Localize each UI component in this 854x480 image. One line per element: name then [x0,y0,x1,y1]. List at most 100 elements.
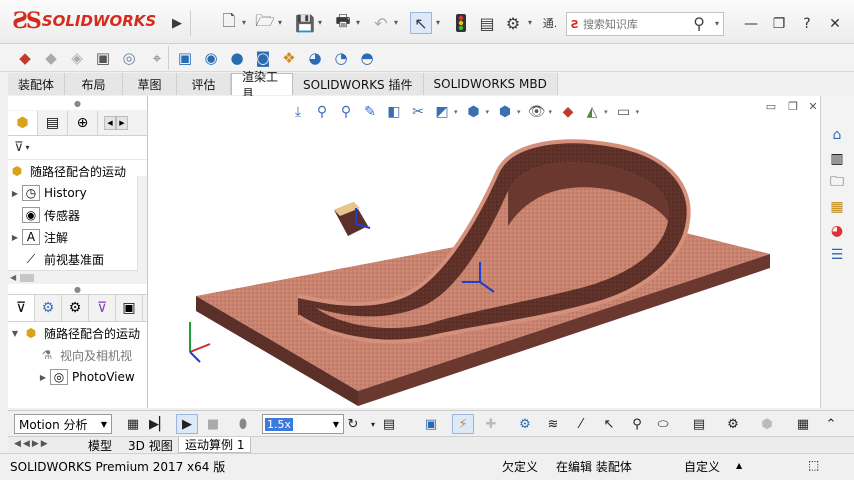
custom-properties-icon[interactable]: ☰ [825,244,849,266]
search-input[interactable] [582,17,679,31]
motor-icon[interactable]: ⚙ [514,414,536,434]
results-plots-icon[interactable]: ▤ [688,414,710,434]
file-explorer-icon[interactable]: 🗀 [825,172,849,194]
playback-speed-select[interactable]: 1.5x ▼ [262,414,344,434]
tab-model[interactable]: 模型 [82,437,118,453]
options-caret-icon[interactable]: ▾ [528,18,532,27]
select-cursor-icon[interactable]: ↖ [410,12,432,34]
assembly-model[interactable] [148,96,820,408]
solidworks-logo[interactable]: ƧS SOLIDWORKS [12,8,156,34]
render-settings-icon[interactable]: ◔ [330,47,352,69]
decal-icon[interactable]: ◈ [66,47,88,69]
filter-driving-icon[interactable]: ⚙ [62,295,89,321]
tree-item-front-plane[interactable]: ⟋ 前视基准面 [8,248,147,270]
render-library-icon[interactable]: ◓ [356,47,378,69]
filter-animating-icon[interactable]: ⚙ [35,295,62,321]
property-manager-tab-icon[interactable]: ▤ [38,110,68,135]
tab-assembly[interactable]: 装配体 [8,73,66,95]
search-source-icon[interactable]: Ƨ [571,18,579,31]
panel-scroll-right-icon[interactable]: ▶ [116,115,128,130]
panel-scroll-left-icon[interactable]: ◀ [104,115,116,130]
search-knowledge-base[interactable]: Ƨ ⚲ ▾ [566,12,724,36]
collapse-icon[interactable]: ⌃ [820,414,842,434]
chevron-down-icon[interactable]: ▼ [333,420,339,429]
autokey-icon[interactable]: ⚡ [452,414,474,434]
add-key-icon[interactable]: ✚ [480,414,502,434]
schedule-render-icon[interactable]: ❖ [278,47,300,69]
expand-arrow-icon[interactable]: ▶ [8,189,22,198]
units-caret-icon[interactable]: ▲ [736,461,742,470]
panel-splitter[interactable]: ● [8,284,147,294]
final-render-icon[interactable]: ● [226,47,248,69]
view-palette-icon[interactable]: ▦ [825,196,849,218]
tab-solidworks-addins[interactable]: SOLIDWORKS 插件 [293,73,424,95]
tab-solidworks-mbd[interactable]: SOLIDWORKS MBD [423,73,558,95]
search-caret-icon[interactable]: ▾ [715,19,719,28]
motion-tree-root[interactable]: ▼ ⬢ 随路径配合的运动 [8,322,147,344]
close-icon[interactable]: ✕ [822,12,848,36]
integrated-preview-icon[interactable]: ◉ [200,47,222,69]
search-icon[interactable]: ⚲ [693,14,705,33]
appearance-icon[interactable]: ◆ [14,47,36,69]
design-library-icon[interactable]: ▥ [825,148,849,170]
calculate-icon[interactable]: ▦ [122,414,144,434]
play-icon[interactable]: ▶ [176,414,198,434]
tab-sketch[interactable]: 草图 [123,73,178,95]
animation-wizard-icon[interactable]: ▣ [420,414,442,434]
home-icon[interactable]: ⌂ [825,124,849,146]
motion-filter-icon[interactable]: ⊽ [8,295,35,321]
force-icon[interactable]: ↖ [598,414,620,434]
scene-icon[interactable]: ◆ [40,47,62,69]
contact-icon[interactable]: ⚲ [626,414,648,434]
undo-icon[interactable]: ↶ [370,12,392,34]
focus-icon[interactable]: ◎ [118,47,140,69]
chevron-down-icon[interactable]: ▼ [101,420,107,429]
filter-selected-icon[interactable]: ⊽ [89,295,116,321]
render-options-icon[interactable]: ◙ [252,47,274,69]
collapse-arrow-icon[interactable]: ▼ [8,329,22,338]
vertical-scrollbar[interactable] [137,176,147,272]
study-type-select[interactable]: Motion 分析 ▼ [14,414,112,434]
spring-icon[interactable]: ≋ [542,414,564,434]
preview-window-icon[interactable]: ▣ [174,47,196,69]
motion-table-icon[interactable]: ▦ [792,414,814,434]
play-from-start-icon[interactable]: ▶▏ [148,414,170,434]
expand-arrow-icon[interactable]: ▶ [36,373,50,382]
speed-slider-thumb-icon[interactable]: ⬮ [232,414,254,434]
print-caret-icon[interactable]: ▾ [356,18,360,27]
tree-item-sensors[interactable]: ◉ 传感器 [8,204,147,226]
new-caret-icon[interactable]: ▾ [242,18,246,27]
graphics-viewport[interactable]: ⤓ ⚲ ⚲ ✎ ◧ ✂ ◩ ▾ ⬢ ▾ ⬢ ▾ 👁 ▾ ◆ ◭ ▾ ▭ ▾ ▭ … [148,96,820,408]
playback-mode-icon[interactable]: ↻ [342,414,364,434]
truncated-menu-label[interactable]: 通. [540,12,560,34]
horizontal-scrollbar[interactable]: ◀ [8,270,147,284]
save-caret-icon[interactable]: ▾ [318,18,322,27]
tab-motion-study-1[interactable]: 运动算例 1 [178,437,252,453]
render-region-icon[interactable]: ▣ [92,47,114,69]
motion-study-properties-icon[interactable]: ⚙ [722,414,744,434]
feature-manager-tab-icon[interactable]: ⬢ [8,110,38,135]
menu-expand-icon[interactable]: ▶ [166,12,188,34]
new-document-icon[interactable]: 🗋 [218,11,240,34]
tree-item-annotations[interactable]: ▶ A 注解 [8,226,147,248]
gravity-icon[interactable]: ⬭ [652,414,674,434]
tab-evaluate[interactable]: 评估 [177,73,232,95]
save-icon[interactable]: 💾 [294,12,316,34]
target-icon[interactable]: ⌖ [146,47,168,69]
status-tag-icon[interactable]: ⬚ [808,458,819,472]
traffic-light-icon[interactable] [450,12,472,34]
collapse-motion-manager-icon[interactable]: ⬢ [756,414,778,434]
panel-grip[interactable]: ● [8,96,147,110]
tab-scroll-arrows-icon[interactable]: ◀◀▶▶ [14,439,50,449]
options-gear-icon[interactable]: ⚙ [502,12,524,34]
restore-icon[interactable]: ❐ [766,12,792,36]
file-properties-icon[interactable]: ▤ [476,12,498,34]
tab-layout[interactable]: 布局 [65,73,124,95]
help-icon[interactable]: ? [794,12,820,36]
print-icon[interactable]: 🖶 [332,11,354,34]
open-folder-icon[interactable]: 🗁 [254,11,276,34]
save-animation-icon[interactable]: ▤ [378,414,400,434]
tree-item-history[interactable]: ▶ ◷ History [8,182,147,204]
expand-arrow-icon[interactable]: ▶ [8,233,22,242]
tab-3d-view[interactable]: 3D 视图 [122,437,179,453]
